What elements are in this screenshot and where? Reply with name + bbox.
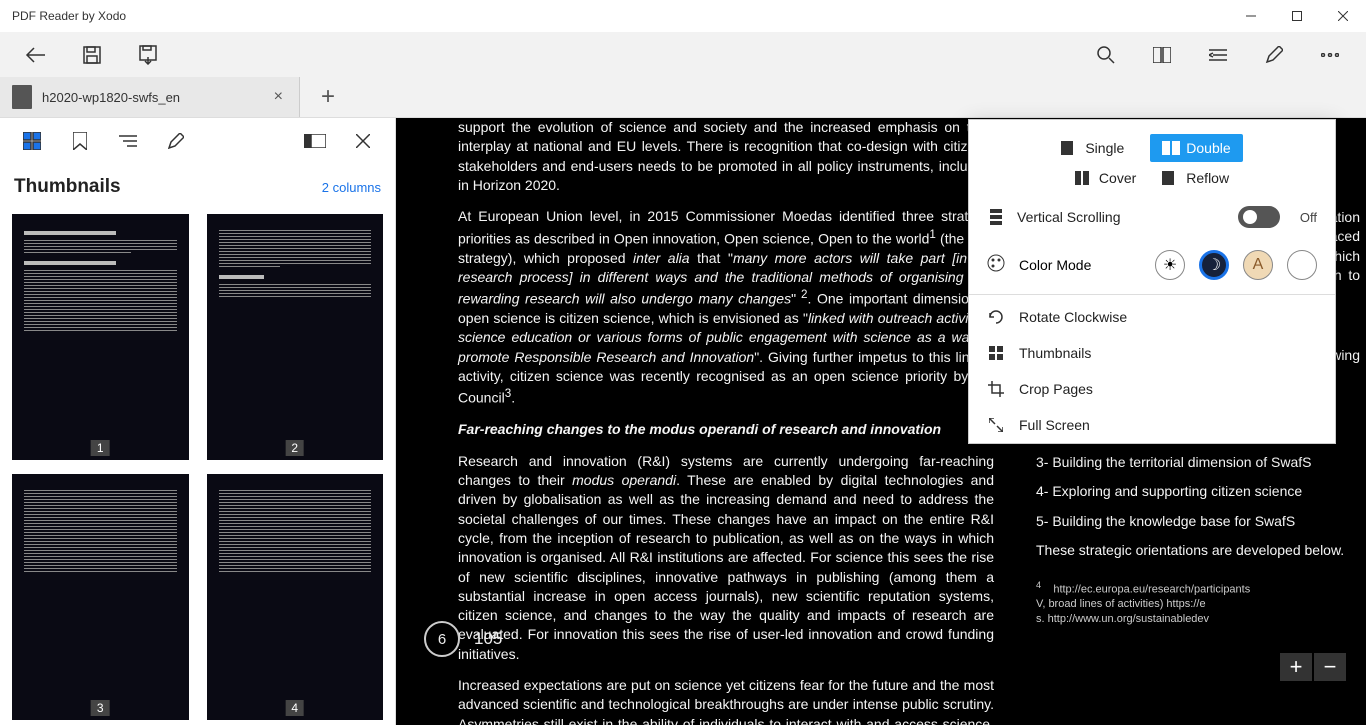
grid-icon (987, 346, 1005, 360)
annotations-tab-button[interactable] (152, 118, 200, 164)
thumbnail-page[interactable]: 4 (207, 474, 384, 720)
main-toolbar (0, 32, 1366, 78)
full-screen-item[interactable]: Full Screen (969, 407, 1335, 443)
page-number: 1 (91, 440, 110, 456)
app-title: PDF Reader by Xodo (12, 9, 126, 23)
more-button[interactable] (1302, 32, 1358, 78)
page-counter: 6 105 (424, 621, 502, 657)
zoom-out-button[interactable]: − (1314, 653, 1346, 681)
crop-icon (987, 381, 1005, 397)
page-number: 3 (91, 700, 110, 716)
thumbnail-page[interactable]: 1 (12, 214, 189, 460)
vertical-scrolling-row: Vertical Scrolling Off (969, 194, 1335, 240)
panel-title: Thumbnails (14, 176, 121, 198)
side-panel: Thumbnails 2 columns 1 2 3 4 5 6 (0, 118, 396, 725)
layout-double[interactable]: Double (1150, 134, 1242, 162)
document-icon (12, 85, 32, 109)
current-page-indicator[interactable]: 6 (424, 621, 460, 657)
save-download-button[interactable] (120, 32, 176, 78)
thumbnails-tab-button[interactable] (8, 118, 56, 164)
color-mode-light[interactable]: ☀ (1155, 250, 1185, 280)
color-mode-dark[interactable]: ☽ (1199, 250, 1229, 280)
color-mode-none[interactable] (1287, 250, 1317, 280)
toggle-state-label: Off (1300, 210, 1317, 225)
window-minimize-button[interactable] (1228, 0, 1274, 32)
thumbnails-item[interactable]: Thumbnails (969, 335, 1335, 371)
thumbnail-page[interactable]: 2 (207, 214, 384, 460)
palette-icon (987, 254, 1005, 277)
annotate-button[interactable] (1246, 32, 1302, 78)
color-mode-row: Color Mode ☀ ☽ A (969, 240, 1335, 290)
search-button[interactable] (1078, 32, 1134, 78)
new-tab-button[interactable]: + (300, 77, 356, 117)
window-maximize-button[interactable] (1274, 0, 1320, 32)
layout-reflow[interactable]: Reflow (1162, 170, 1229, 186)
columns-selector[interactable]: 2 columns (322, 180, 381, 195)
zoom-in-button[interactable]: + (1280, 653, 1312, 681)
thumbnails-grid: 1 2 3 4 5 6 (0, 206, 395, 725)
view-options-button[interactable] (1190, 32, 1246, 78)
back-button[interactable] (8, 32, 64, 78)
bookmarks-tab-button[interactable] (56, 118, 104, 164)
thumbnail-page[interactable]: 3 (12, 474, 189, 720)
zoom-controls: + − (1280, 653, 1346, 681)
outline-tab-button[interactable] (104, 118, 152, 164)
page-number: 2 (285, 440, 304, 456)
color-mode-sepia[interactable]: A (1243, 250, 1273, 280)
crop-pages-item[interactable]: Crop Pages (969, 371, 1335, 407)
window-close-button[interactable] (1320, 0, 1366, 32)
layout-single[interactable]: Single (1061, 134, 1124, 162)
tab-label: h2020-wp1820-swfs_en (42, 90, 270, 105)
vertical-scrolling-toggle[interactable] (1238, 206, 1280, 228)
layout-cover[interactable]: Cover (1075, 170, 1136, 186)
vertical-scroll-icon (987, 209, 1005, 225)
tab-close-button[interactable]: × (270, 84, 287, 110)
panel-close-button[interactable] (339, 118, 387, 164)
bookmarks-button[interactable] (1134, 32, 1190, 78)
view-options-menu: Single Double Cover Reflow Vertical Scro… (968, 119, 1336, 444)
fullscreen-icon (987, 418, 1005, 432)
rotate-clockwise-item[interactable]: Rotate Clockwise (969, 299, 1335, 335)
total-pages: 105 (474, 629, 502, 649)
tab-strip: h2020-wp1820-swfs_en × + (0, 78, 1366, 118)
save-button[interactable] (64, 32, 120, 78)
panel-layout-button[interactable] (291, 118, 339, 164)
rotate-icon (987, 309, 1005, 325)
document-tab[interactable]: h2020-wp1820-swfs_en × (0, 77, 300, 117)
page-number: 4 (285, 700, 304, 716)
titlebar: PDF Reader by Xodo (0, 0, 1366, 32)
